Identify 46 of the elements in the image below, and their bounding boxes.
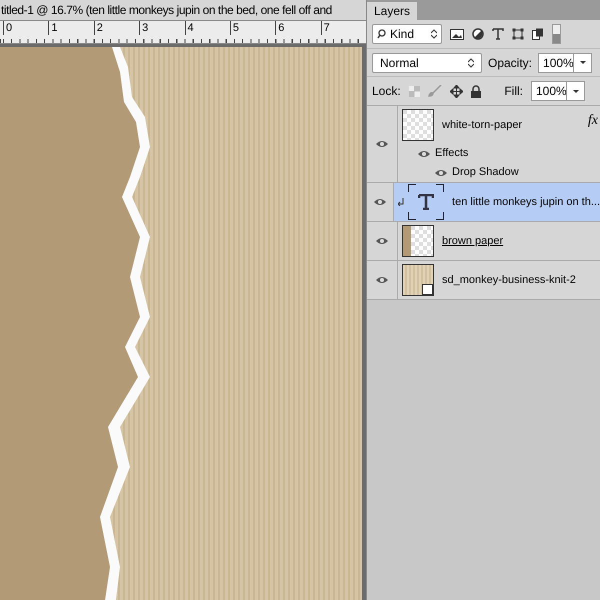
type-icon[interactable] [492,28,504,40]
half-circle-icon[interactable] [472,28,484,40]
layer-name: brown paper [442,234,504,249]
search-icon [377,29,386,39]
effect-name: Drop Shadow [452,165,519,180]
smart-object-icon[interactable] [532,28,544,40]
effects-label: Effects [435,146,468,162]
ruler-number: 3 [139,21,184,35]
padlock-icon[interactable] [470,84,481,98]
ruler-number: 2 [94,21,140,35]
eye-icon[interactable] [418,150,430,158]
ruler-number: 5 [230,21,276,35]
layer-thumbnail [402,109,434,141]
blend-mode-dropdown[interactable]: Normal [372,52,482,72]
checker-icon[interactable] [408,86,420,96]
eye-icon[interactable] [374,198,386,206]
layers-tab[interactable]: Layers [367,2,418,20]
caret-icon [580,61,586,64]
opacity-label: Opacity: [488,54,532,72]
layer-row[interactable]: ten little monkeys jupin on th... [394,183,600,221]
eye-icon[interactable] [376,276,388,284]
ruler-number: 0 [3,21,48,35]
opacity-field[interactable]: 100% [538,52,592,72]
spinner-icon [431,29,437,39]
ruler-number: 4 [184,21,230,35]
ruler-number: 1 [48,21,94,35]
filter-dropdown[interactable]: Kind [372,24,442,44]
layer-name: white-torn-paper [442,118,524,133]
spinner-icon [468,58,474,68]
caret-icon [572,90,578,92]
smart-object-thumbnail [402,264,434,296]
layer-name: ten little monkeys jupin on th... [452,194,600,210]
ruler-number: 6 [275,21,321,35]
eye-icon[interactable] [435,168,447,176]
fill-label: Fill: [504,83,523,100]
filter-toggle[interactable] [552,24,561,44]
shape-icon[interactable] [512,28,524,40]
move-arrows-icon[interactable] [450,84,463,98]
lock-label: Lock: [372,83,401,100]
fx-label: fx [588,112,599,130]
fill-field[interactable]: 100% [531,81,585,101]
eye-icon[interactable] [376,237,388,245]
layer-thumbnail [402,225,434,257]
image-icon[interactable] [450,28,464,40]
layer-name: sd_monkey-business-knit-2 [442,272,577,288]
eye-icon[interactable] [376,140,388,148]
